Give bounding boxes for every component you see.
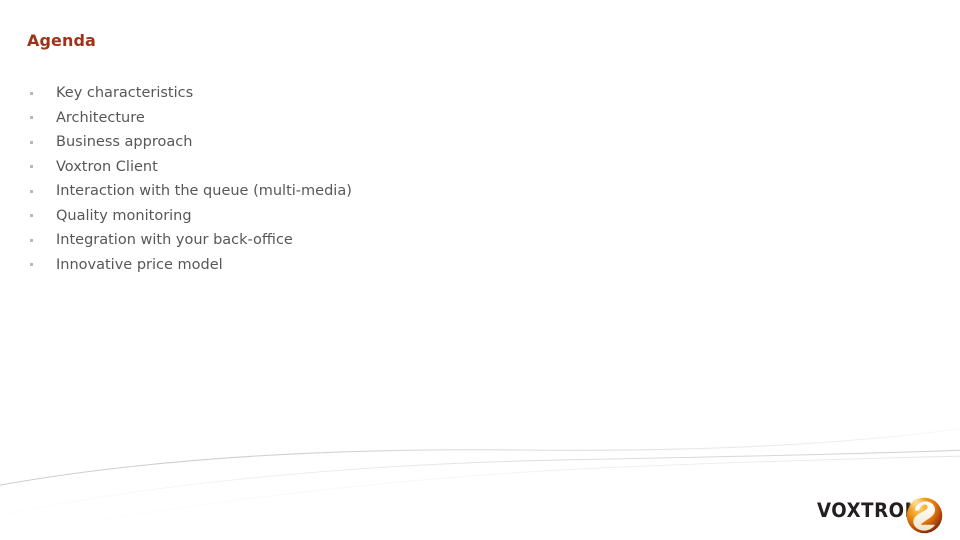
list-item: Voxtron Client <box>28 155 828 180</box>
logo-wordmark: VOXTRON <box>817 499 921 522</box>
bullet-dot-icon <box>30 214 33 217</box>
list-item-label: Quality monitoring <box>56 207 192 224</box>
voxtron-sphere-icon <box>906 497 943 534</box>
bullet-dot-icon <box>30 91 33 95</box>
list-item: Key characteristics <box>28 81 828 106</box>
agenda-bullet-list: Key characteristics Architecture Busines… <box>28 81 828 277</box>
list-item-label: Innovative price model <box>56 256 223 273</box>
list-item: Innovative price model <box>28 253 828 278</box>
page-title: Agenda <box>27 31 96 50</box>
bullet-dot-icon <box>30 238 33 242</box>
list-item: Quality monitoring <box>28 204 828 229</box>
list-item: Interaction with the queue (multi-media) <box>28 179 828 204</box>
bullet-dot-icon <box>30 165 33 168</box>
list-item: Integration with your back-office <box>28 228 828 253</box>
list-item-label: Business approach <box>56 134 193 150</box>
slide-canvas: Agenda Key characteristics Architecture … <box>0 0 960 540</box>
list-item-label: Integration with your back-office <box>56 232 293 248</box>
list-item-label: Architecture <box>56 109 145 126</box>
list-item-label: Voxtron Client <box>56 158 158 175</box>
list-item-label: Key characteristics <box>56 85 194 101</box>
list-item-label: Interaction with the queue (multi-media) <box>56 183 352 199</box>
bullet-dot-icon <box>30 116 33 119</box>
bullet-dot-icon <box>30 140 33 144</box>
voxtron-logo: VOXTRON <box>815 494 947 536</box>
bullet-dot-icon <box>30 189 33 193</box>
bullet-dot-icon <box>30 263 33 266</box>
list-item: Architecture <box>28 106 828 131</box>
list-item: Business approach <box>28 130 828 155</box>
